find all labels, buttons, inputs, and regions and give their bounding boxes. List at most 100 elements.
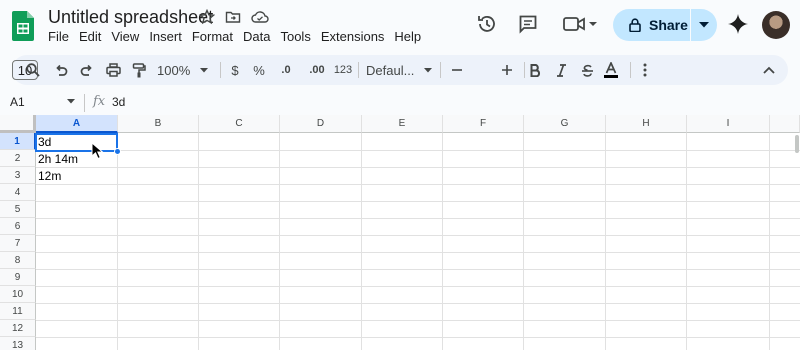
cell-a2[interactable]: 2h 14m	[38, 151, 78, 168]
caret-down-icon	[699, 22, 709, 28]
format-percent-button[interactable]: %	[250, 55, 268, 85]
more-formats-button[interactable]: 123	[332, 55, 354, 85]
grid-line	[686, 133, 687, 350]
redo-button[interactable]	[76, 55, 98, 85]
fx-icon: fx	[93, 94, 106, 109]
row-header-6[interactable]: 6	[0, 218, 36, 235]
sheets-logo-icon[interactable]	[12, 11, 34, 41]
comments-icon[interactable]	[518, 14, 538, 34]
more-options-button[interactable]	[634, 55, 656, 85]
decrease-decimal-button[interactable]: .0	[274, 55, 298, 85]
toolbar-divider	[630, 62, 631, 78]
increase-font-size-button[interactable]	[496, 55, 518, 85]
active-cell-outline	[35, 133, 118, 152]
share-dropdown-button[interactable]	[691, 9, 717, 41]
star-icon[interactable]	[198, 8, 216, 25]
menu-data[interactable]: Data	[238, 29, 275, 45]
row-header-12[interactable]: 12	[0, 320, 36, 337]
formula-bar: A1 fx 3d	[0, 92, 800, 114]
formula-divider	[84, 94, 85, 112]
row-header-5[interactable]: 5	[0, 201, 36, 218]
increase-decimal-button[interactable]: .00	[304, 55, 330, 85]
account-avatar[interactable]	[762, 11, 790, 39]
menu-help[interactable]: Help	[389, 29, 426, 45]
row-header-4[interactable]: 4	[0, 184, 36, 201]
column-header-h[interactable]: H	[606, 115, 687, 133]
share-button-group: Share	[613, 9, 717, 41]
paint-format-button[interactable]	[128, 55, 150, 85]
row-header-10[interactable]: 10	[0, 286, 36, 303]
select-all-corner[interactable]	[0, 115, 36, 133]
column-header-c[interactable]: C	[199, 115, 280, 133]
grid-line	[361, 133, 362, 350]
row-header-2[interactable]: 2	[0, 150, 36, 167]
column-header-f[interactable]: F	[443, 115, 524, 133]
row-header-3[interactable]: 3	[0, 167, 36, 184]
menu-format[interactable]: Format	[187, 29, 238, 45]
zoom-value: 100%	[157, 62, 191, 78]
spreadsheet-app: Untitled spreadsheet File Edit View Inse…	[0, 0, 800, 350]
column-header-i[interactable]: I	[687, 115, 770, 133]
menu-file[interactable]: File	[48, 29, 74, 45]
title-bar: Untitled spreadsheet File Edit View Inse…	[0, 0, 800, 50]
bold-button[interactable]	[524, 55, 546, 85]
row-header-13[interactable]: 13	[0, 337, 36, 350]
column-header-a[interactable]: A	[36, 115, 118, 133]
toolbar-divider	[220, 62, 221, 78]
title-actions	[198, 8, 269, 25]
menu-view[interactable]: View	[106, 29, 144, 45]
document-title[interactable]: Untitled spreadsheet	[48, 7, 213, 28]
grid-line	[523, 133, 524, 350]
gemini-sparkle-icon[interactable]	[727, 13, 749, 35]
grid-line	[605, 133, 606, 350]
column-header-b[interactable]: B	[118, 115, 199, 133]
vertical-scrollbar[interactable]	[795, 135, 799, 153]
format-currency-button[interactable]: $	[226, 55, 244, 85]
cloud-saved-icon[interactable]	[251, 9, 269, 25]
row-header-11[interactable]: 11	[0, 303, 36, 320]
redo-icon	[80, 64, 92, 76]
share-button[interactable]: Share	[613, 9, 691, 41]
zoom-select[interactable]: 100%	[157, 55, 209, 85]
menu-bar: File Edit View Insert Format Data Tools …	[48, 29, 426, 45]
move-folder-icon[interactable]	[225, 9, 241, 25]
version-history-icon[interactable]	[476, 13, 498, 35]
menu-extensions[interactable]: Extensions	[316, 29, 390, 45]
cell-a3[interactable]: 12m	[38, 168, 61, 185]
collapse-menus-button[interactable]	[758, 55, 780, 85]
column-header-d[interactable]: D	[280, 115, 362, 133]
minus-icon	[452, 69, 462, 71]
fill-handle[interactable]	[114, 148, 121, 155]
menu-insert[interactable]: Insert	[144, 29, 187, 45]
strikethrough-button[interactable]	[576, 55, 598, 85]
search-icon	[26, 63, 40, 77]
caret-down-icon	[200, 67, 209, 72]
italic-icon	[556, 63, 566, 77]
name-box[interactable]: A1	[10, 95, 25, 109]
meet-video-icon[interactable]	[562, 14, 598, 34]
font-family-value: Defaul...	[366, 62, 415, 78]
print-button[interactable]	[102, 55, 124, 85]
undo-button[interactable]	[50, 55, 72, 85]
text-color-button[interactable]	[600, 55, 622, 85]
row-header-8[interactable]: 8	[0, 252, 36, 269]
column-header-e[interactable]: E	[362, 115, 443, 133]
formula-input[interactable]: 3d	[112, 95, 125, 109]
italic-button[interactable]	[550, 55, 572, 85]
menu-edit[interactable]: Edit	[74, 29, 106, 45]
row-header-1[interactable]: 1	[0, 133, 36, 150]
grid-line	[198, 133, 199, 350]
undo-icon	[56, 64, 68, 76]
row-header-7[interactable]: 7	[0, 235, 36, 252]
row-header-9[interactable]: 9	[0, 269, 36, 286]
column-header-g[interactable]: G	[524, 115, 606, 133]
decrease-font-size-button[interactable]	[446, 55, 468, 85]
spreadsheet-grid[interactable]: A B C D E F G H I 1 2 3 4 5 6 7 8 9 10 1…	[0, 115, 800, 350]
menu-tools[interactable]: Tools	[275, 29, 315, 45]
column-header-j[interactable]	[770, 115, 800, 133]
print-icon	[105, 63, 121, 77]
font-family-select[interactable]: Defaul...	[366, 55, 436, 85]
caret-down-icon[interactable]	[67, 99, 75, 104]
plus-icon	[502, 65, 512, 75]
search-menus-button[interactable]	[22, 55, 44, 85]
